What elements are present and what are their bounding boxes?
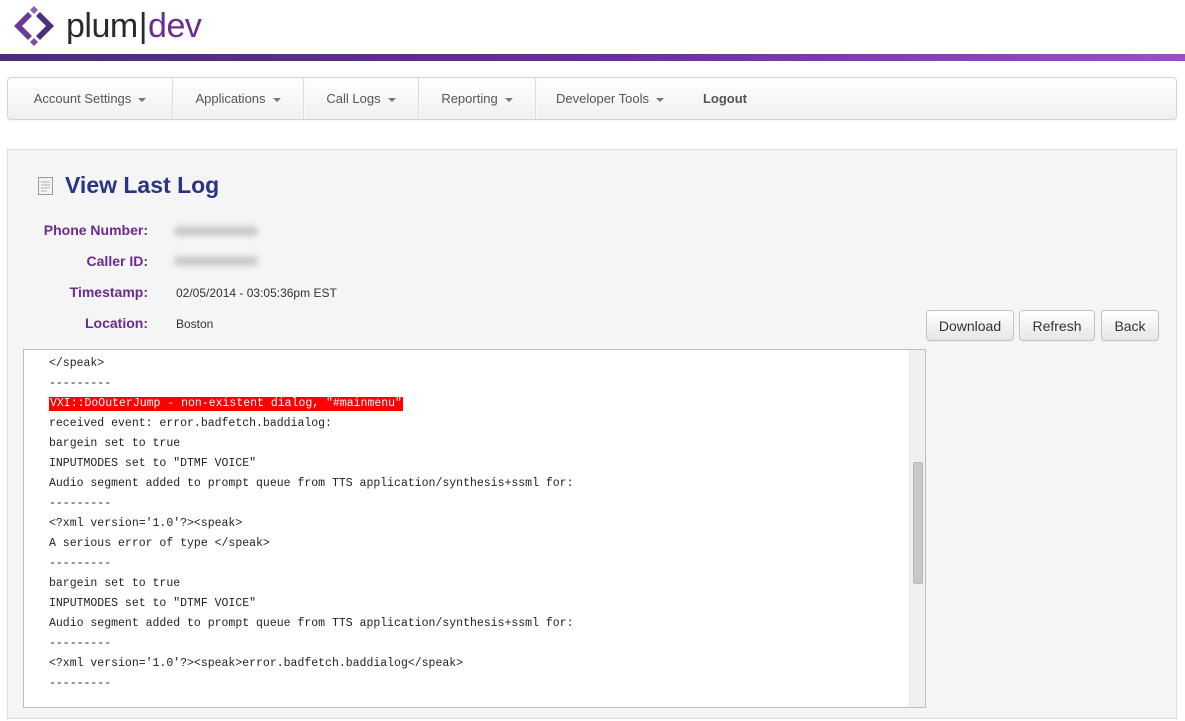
log-viewer[interactable]: </speak> --------- VXI::DoOuterJump - non-… (23, 349, 926, 708)
nav-call-logs-label: Call Logs (326, 91, 381, 106)
log-line: <?xml version='1.0'?><speak> (49, 517, 243, 530)
back-button[interactable]: Back (1101, 310, 1159, 341)
nav-logout-label: Logout (702, 91, 748, 106)
nav-reporting[interactable]: Reporting (419, 78, 536, 119)
nav-account-settings-label: Account Settings (33, 91, 132, 106)
log-panel: View Last Log Phone Number: Caller ID: T… (7, 149, 1177, 719)
timestamp-value: 02/05/2014 - 03:05:36pm EST (176, 286, 337, 300)
log-line: INPUTMODES set to "DTMF VOICE" (49, 597, 257, 610)
plumdev-logo-icon (14, 6, 54, 46)
caret-down-icon (655, 97, 664, 102)
log-line: --------- (49, 637, 112, 650)
caller-id-label: Caller ID: (86, 253, 148, 269)
brand-logo[interactable]: plum | dev (8, 5, 202, 47)
log-scrollbar[interactable] (909, 350, 925, 707)
log-line: <?xml version='1.0'?><speak>error.badfet… (49, 657, 464, 670)
log-scrollbar-thumb[interactable] (913, 462, 923, 584)
log-line: A serious error of type </speak> (49, 537, 270, 550)
log-line: bargein set to true (49, 437, 181, 450)
brand-name-part2: dev (148, 7, 202, 45)
log-line: received event: error.badfetch.baddialog… (49, 417, 332, 430)
nav-call-logs[interactable]: Call Logs (304, 78, 419, 119)
nav-developer-tools[interactable]: Developer Tools (536, 78, 684, 119)
nav-applications-label: Applications (195, 91, 266, 106)
nav-account-settings[interactable]: Account Settings (8, 78, 173, 119)
log-line: --------- (49, 677, 112, 690)
log-content: </speak> --------- VXI::DoOuterJump - non-… (24, 350, 910, 707)
caller-id-redacted (174, 256, 258, 266)
phone-number-redacted (174, 226, 258, 236)
page-title: View Last Log (65, 172, 220, 198)
app-header: plum | dev (0, 0, 1185, 62)
document-icon (38, 176, 53, 195)
main-navbar: Account Settings Applications Call Logs … (7, 77, 1177, 120)
header-accent-bar (0, 54, 1185, 61)
nav-developer-tools-label: Developer Tools (556, 91, 649, 106)
brand-name-part1: plum (66, 7, 138, 45)
refresh-button[interactable]: Refresh (1019, 310, 1095, 341)
location-value: Boston (176, 317, 214, 331)
location-label: Location: (85, 315, 148, 331)
nav-applications[interactable]: Applications (173, 78, 304, 119)
brand-separator: | (138, 7, 148, 45)
caret-down-icon (272, 97, 281, 102)
log-line: Audio segment added to prompt queue from… (49, 617, 574, 630)
log-line: --------- (49, 557, 112, 570)
log-line-error: VXI::DoOuterJump - non-existent dialog, … (49, 397, 403, 411)
log-line: --------- (49, 497, 112, 510)
log-line: --------- (49, 377, 112, 390)
caret-down-icon (504, 97, 513, 102)
caret-down-icon (387, 97, 396, 102)
caret-down-icon (138, 97, 147, 102)
log-line: </speak> (49, 357, 105, 370)
download-button[interactable]: Download (926, 310, 1014, 341)
nav-logout[interactable]: Logout (684, 78, 766, 119)
timestamp-label: Timestamp: (69, 284, 148, 300)
log-line: bargein set to true (49, 577, 181, 590)
nav-reporting-label: Reporting (441, 91, 498, 106)
phone-number-label: Phone Number: (43, 222, 148, 238)
log-line: INPUTMODES set to "DTMF VOICE" (49, 457, 257, 470)
page-title-row: View Last Log (38, 172, 219, 199)
log-line: Audio segment added to prompt queue from… (49, 477, 574, 490)
